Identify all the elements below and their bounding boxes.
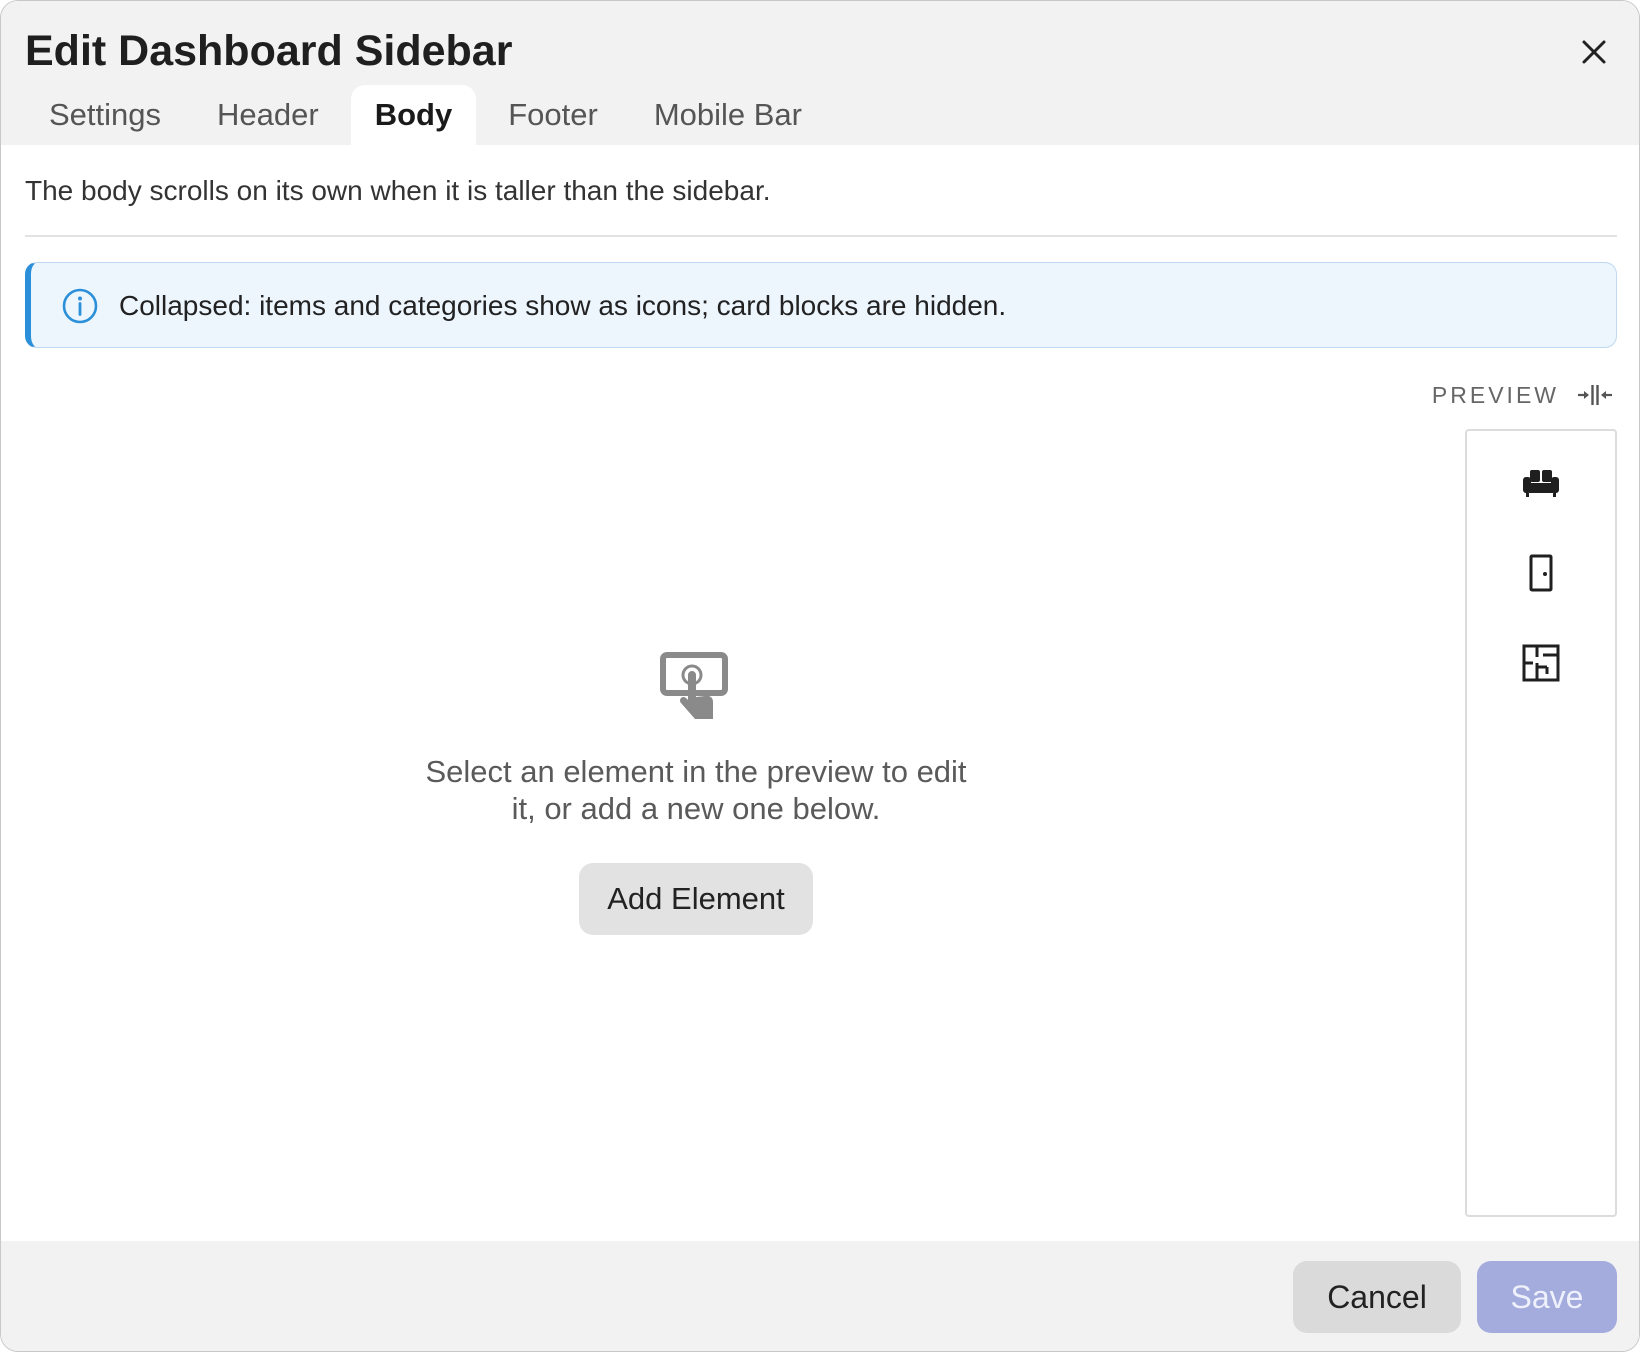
divider	[25, 235, 1617, 237]
dialog-title: Edit Dashboard Sidebar	[25, 27, 513, 75]
info-text: Collapsed: items and categories show as …	[119, 290, 1007, 321]
door-icon	[1529, 554, 1553, 592]
add-element-button[interactable]: Add Element	[579, 863, 813, 935]
tab-settings[interactable]: Settings	[25, 85, 185, 145]
sofa-icon	[1523, 470, 1559, 497]
tab-mobile-bar[interactable]: Mobile Bar	[630, 85, 826, 145]
body-description: The body scrolls on its own when it is t…	[25, 175, 771, 206]
floor-plan-icon	[1522, 644, 1560, 682]
dialog-header: Edit Dashboard Sidebar Settings Header B…	[1, 1, 1639, 145]
touch-screen-icon	[660, 652, 728, 719]
info-banner: Collapsed: items and categories show as …	[25, 262, 1617, 348]
collapse-preview-button[interactable]	[1575, 379, 1615, 411]
empty-state: Select an element in the preview to edit…	[396, 651, 996, 935]
preview-item-door[interactable]	[1511, 543, 1571, 603]
dialog-footer: Cancel Save	[1, 1241, 1639, 1351]
close-button[interactable]	[1573, 31, 1615, 73]
cancel-button[interactable]: Cancel	[1293, 1261, 1461, 1333]
preview-label: PREVIEW	[1431, 382, 1559, 408]
close-icon	[1582, 40, 1606, 64]
info-icon	[62, 288, 98, 324]
tab-footer[interactable]: Footer	[484, 85, 622, 145]
collapse-horizontal-icon	[1578, 385, 1612, 405]
save-button[interactable]: Save	[1477, 1261, 1617, 1333]
edit-sidebar-dialog: Edit Dashboard Sidebar Settings Header B…	[0, 0, 1640, 1352]
sidebar-preview	[1465, 429, 1617, 1217]
tab-bar: Settings Header Body Footer Mobile Bar	[25, 85, 834, 145]
empty-state-text: Select an element in the preview to edit…	[425, 754, 967, 826]
preview-item-sofa[interactable]	[1511, 453, 1571, 513]
tab-header[interactable]: Header	[193, 85, 343, 145]
preview-item-floor-plan[interactable]	[1511, 633, 1571, 693]
tab-body[interactable]: Body	[350, 85, 477, 145]
